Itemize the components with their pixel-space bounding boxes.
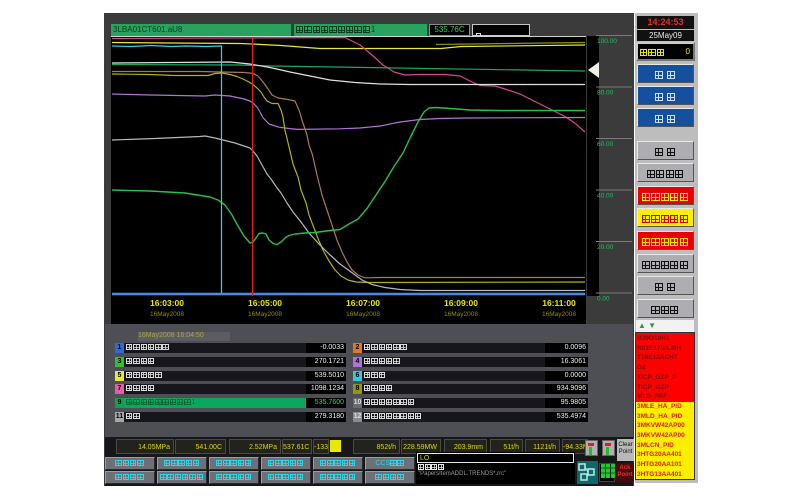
svg-text:16May2008: 16May2008 [542, 311, 576, 318]
svg-text:100.00: 100.00 [597, 38, 617, 45]
svg-text:16:11:00: 16:11:00 [542, 298, 576, 308]
svg-text:16May2008: 16May2008 [150, 311, 184, 318]
svg-text:80.00: 80.00 [597, 90, 614, 97]
svg-text:16May2008: 16May2008 [346, 311, 380, 318]
svg-text:16:09:00: 16:09:00 [444, 298, 478, 308]
svg-text:20.00: 20.00 [597, 244, 614, 251]
svg-text:16May2008: 16May2008 [444, 311, 478, 318]
svg-text:16May2008: 16May2008 [248, 311, 282, 318]
svg-text:16:03:00: 16:03:00 [150, 298, 184, 308]
svg-text:16:07:00: 16:07:00 [346, 298, 380, 308]
svg-text:60.00: 60.00 [597, 141, 614, 148]
svg-text:40.00: 40.00 [597, 193, 614, 200]
svg-text:16:05:00: 16:05:00 [248, 298, 282, 308]
svg-text:0.00: 0.00 [597, 296, 610, 303]
